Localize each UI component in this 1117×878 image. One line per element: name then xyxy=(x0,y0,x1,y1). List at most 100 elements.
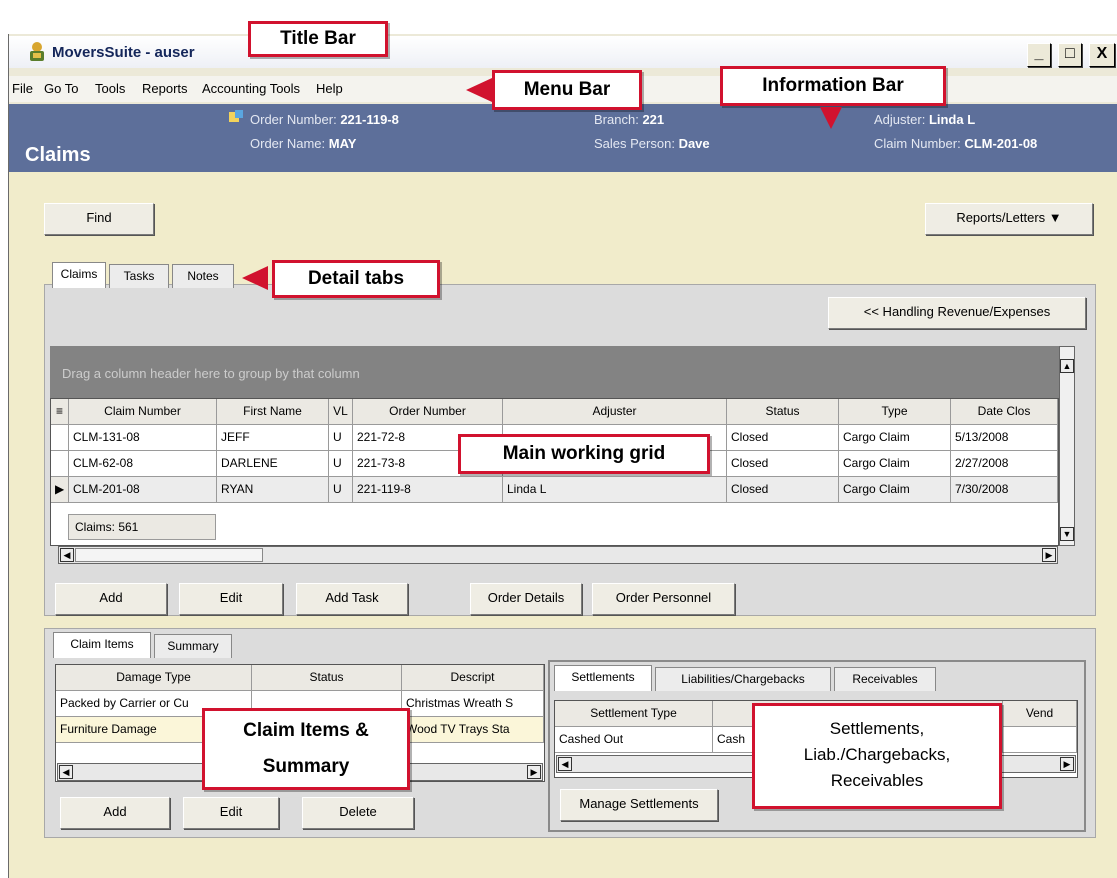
col-status[interactable]: Status xyxy=(727,399,839,425)
callout-claim-items: Claim Items & Summary xyxy=(202,708,410,790)
col-type[interactable]: Type xyxy=(839,399,951,425)
reports-letters-button[interactable]: Reports/Letters ▼ xyxy=(925,203,1093,235)
cell-first-name: DARLENE xyxy=(217,451,329,477)
cell-status: Closed xyxy=(727,451,839,477)
scroll-left-icon[interactable]: ◀ xyxy=(60,548,74,562)
edit-button[interactable]: Edit xyxy=(179,583,283,615)
order-number-field: Order Number: 221-119-8 xyxy=(250,112,399,127)
menu-goto[interactable]: Go To xyxy=(44,81,78,96)
col-vl[interactable]: VL xyxy=(329,399,353,425)
callout-title-bar: Title Bar xyxy=(248,21,388,57)
row-indicator xyxy=(51,425,69,451)
maximize-button[interactable]: □ xyxy=(1058,43,1082,67)
claims-count: Claims: 561 xyxy=(68,514,216,540)
callout-claim-items-line2: Summary xyxy=(262,756,350,777)
menu-file[interactable]: File xyxy=(12,81,33,96)
tab-liabilities-chargebacks[interactable]: Liabilities/Chargebacks xyxy=(655,667,831,691)
scroll-right-icon[interactable]: ▶ xyxy=(1060,757,1074,771)
row-indicator xyxy=(51,451,69,477)
cell-type: Cargo Claim xyxy=(839,425,951,451)
tab-summary[interactable]: Summary xyxy=(154,634,232,658)
cell-date-closed: 2/27/2008 xyxy=(951,451,1058,477)
col-description[interactable]: Descript xyxy=(402,665,544,691)
item-add-button[interactable]: Add xyxy=(60,797,170,829)
menu-reports[interactable]: Reports xyxy=(142,81,188,96)
cell-date-closed: 7/30/2008 xyxy=(951,477,1058,503)
callout-information-bar: Information Bar xyxy=(720,66,946,106)
callout-arrow-tabs-icon xyxy=(242,266,268,290)
col-item-status[interactable]: Status xyxy=(252,665,402,691)
col-damage-type[interactable]: Damage Type xyxy=(56,665,252,691)
app-icon xyxy=(26,40,48,62)
grid-horizontal-scrollbar[interactable]: ◀ ▶ xyxy=(58,546,1058,564)
row-selected-indicator: ▶ xyxy=(51,477,69,503)
order-personnel-button[interactable]: Order Personnel xyxy=(592,583,735,615)
sales-person-field: Sales Person: Dave xyxy=(594,136,710,151)
group-by-area[interactable]: Drag a column header here to group by th… xyxy=(50,346,1075,398)
module-title: Claims xyxy=(25,144,91,166)
close-button[interactable]: X xyxy=(1089,43,1115,67)
item-edit-button[interactable]: Edit xyxy=(183,797,279,829)
cell-type: Cargo Claim xyxy=(839,451,951,477)
callout-claim-items-line1: Claim Items & xyxy=(243,720,369,741)
col-first-name[interactable]: First Name xyxy=(217,399,329,425)
tab-claims[interactable]: Claims xyxy=(52,262,106,288)
scroll-right-icon[interactable]: ▶ xyxy=(1042,548,1056,562)
handling-revenue-button[interactable]: << Handling Revenue/Expenses xyxy=(828,297,1086,329)
tab-claim-items[interactable]: Claim Items xyxy=(53,632,151,658)
cell-settlement-type: Cashed Out xyxy=(555,727,713,753)
col-vendor[interactable]: Vend xyxy=(1003,701,1077,727)
cell-claim-number: CLM-62-08 xyxy=(69,451,217,477)
add-button[interactable]: Add xyxy=(55,583,167,615)
menu-tools[interactable]: Tools xyxy=(95,81,125,96)
minimize-button[interactable]: _ xyxy=(1027,43,1051,67)
cell-vl: U xyxy=(329,477,353,503)
callout-detail-tabs: Detail tabs xyxy=(272,260,440,298)
find-button[interactable]: Find xyxy=(44,203,154,235)
table-row-selected[interactable]: ▶ CLM-201-08 RYAN U 221-119-8 Linda L Cl… xyxy=(51,477,1058,503)
cell-description: Wood TV Trays Sta xyxy=(402,717,544,743)
scroll-left-icon[interactable]: ◀ xyxy=(558,757,572,771)
scroll-thumb[interactable] xyxy=(75,548,263,562)
cell-first-name: JEFF xyxy=(217,425,329,451)
scroll-up-icon[interactable]: ▲ xyxy=(1060,359,1074,373)
column-chooser-icon[interactable]: ≡ xyxy=(51,399,69,425)
grid-vertical-scrollbar[interactable]: ▲ ▼ xyxy=(1059,346,1075,546)
scroll-left-icon[interactable]: ◀ xyxy=(59,765,73,779)
add-task-button[interactable]: Add Task xyxy=(296,583,408,615)
tab-settlements[interactable]: Settlements xyxy=(554,665,652,691)
cell-description: Christmas Wreath S xyxy=(402,691,544,717)
callout-arrow-info-icon xyxy=(820,107,842,129)
col-settlement-type[interactable]: Settlement Type xyxy=(555,701,713,727)
cell-adjuster: Linda L xyxy=(503,477,727,503)
callout-settlements-line3: Receivables xyxy=(830,771,924,790)
col-date-closed[interactable]: Date Clos xyxy=(951,399,1058,425)
menu-help[interactable]: Help xyxy=(316,81,343,96)
adjuster-field: Adjuster: Linda L xyxy=(874,112,976,127)
col-order-number[interactable]: Order Number xyxy=(353,399,503,425)
tab-receivables[interactable]: Receivables xyxy=(834,667,936,691)
scroll-right-icon[interactable]: ▶ xyxy=(527,765,541,779)
cell-type: Cargo Claim xyxy=(839,477,951,503)
items-header-row: Damage Type Status Descript xyxy=(56,665,544,691)
cell-first-name: RYAN xyxy=(217,477,329,503)
tab-notes[interactable]: Notes xyxy=(172,264,234,288)
col-claim-number[interactable]: Claim Number xyxy=(69,399,217,425)
cell-vl: U xyxy=(329,451,353,477)
cell-order-number: 221-119-8 xyxy=(353,477,503,503)
order-details-button[interactable]: Order Details xyxy=(470,583,582,615)
menu-accounting-tools[interactable]: Accounting Tools xyxy=(202,81,300,96)
cell-vl: U xyxy=(329,425,353,451)
callout-settlements-line1: Settlements, xyxy=(829,719,925,738)
scroll-down-icon[interactable]: ▼ xyxy=(1060,527,1074,541)
callout-menu-bar: Menu Bar xyxy=(492,70,642,110)
cell-claim-number: CLM-201-08 xyxy=(69,477,217,503)
callout-settlements-line2: Liab./Chargebacks, xyxy=(803,745,951,764)
cell-vendor xyxy=(1003,727,1077,753)
tab-tasks[interactable]: Tasks xyxy=(109,264,169,288)
manage-settlements-button[interactable]: Manage Settlements xyxy=(560,789,718,821)
item-delete-button[interactable]: Delete xyxy=(302,797,414,829)
order-icon xyxy=(228,110,244,124)
callout-main-grid: Main working grid xyxy=(458,434,710,474)
col-adjuster[interactable]: Adjuster xyxy=(503,399,727,425)
